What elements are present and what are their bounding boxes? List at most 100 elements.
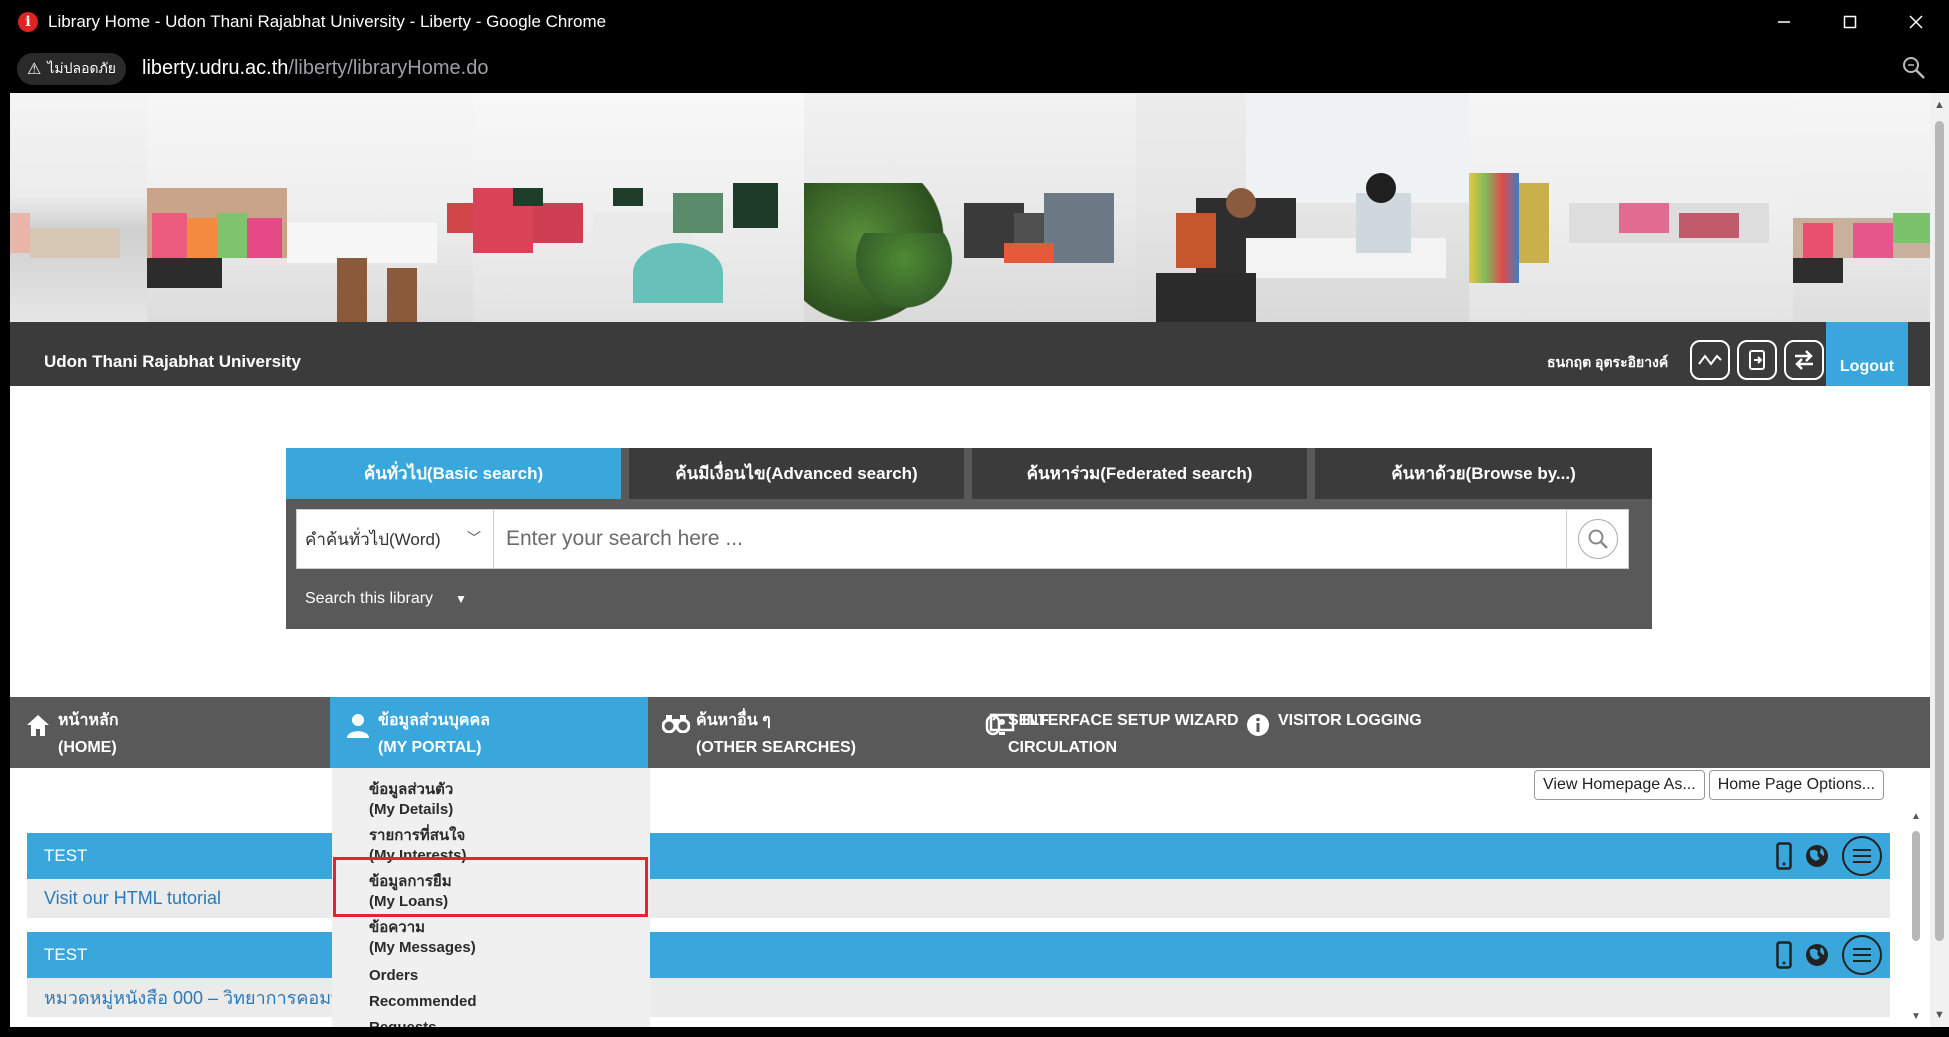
main-nav: หน้าหลัก (HOME) ข้อมูลส่วนบุคคล (MY PORTAL… (10, 697, 1930, 768)
menu-item-my-messages[interactable]: ข้อความ (My Messages) (369, 918, 476, 958)
close-button[interactable] (1883, 0, 1949, 44)
switch-arrows-icon (1795, 350, 1813, 370)
person-icon (344, 713, 372, 739)
nav-label: INTERFACE SETUP WIZARD (1022, 712, 1239, 729)
warning-icon: ⚠ (27, 60, 42, 78)
zoom-icon[interactable] (1901, 55, 1927, 81)
box-menu-button[interactable] (1842, 836, 1882, 876)
menu-item-requests[interactable]: Requests (369, 1018, 437, 1027)
monitor-icon (988, 713, 1016, 737)
search-icon (1588, 529, 1608, 549)
close-icon (1909, 15, 1923, 29)
search-type-value: คำค้นทั่วไป(Word) (305, 529, 441, 549)
window-title: Library Home - Udon Thani Rajabhat Unive… (48, 12, 607, 31)
box-menu-button[interactable] (1842, 935, 1882, 975)
search-type-select[interactable]: คำค้นทั่วไป(Word) ﹀ (297, 510, 494, 568)
page-scrollbar[interactable]: ▲ ▼ (1930, 93, 1949, 1027)
banner-photo (804, 93, 1136, 322)
banner-photo (1469, 93, 1793, 322)
university-name: Udon Thani Rajabhat University (44, 352, 301, 371)
portal-box-header: TEST (27, 932, 1890, 978)
app-icon: i (18, 12, 38, 32)
caret-down-icon: ▼ (455, 592, 467, 606)
search-button[interactable] (1566, 510, 1628, 568)
portal-box-body: หมวดหมู่หนังสือ 000 – วิทยาการคอมพิ (27, 978, 1890, 1017)
banner-photo (1136, 93, 1469, 322)
page-viewport: Udon Thani Rajabhat University ธนกฤต อุต… (10, 93, 1930, 1027)
search-scope-label: Search this library (305, 590, 434, 607)
library-banner (10, 93, 1930, 322)
menu-item-label: ข้อมูลส่วนตัว (369, 781, 454, 798)
hamburger-icon (1853, 849, 1871, 863)
portal-box-title: TEST (44, 945, 88, 964)
nav-label: VISITOR LOGGING (1278, 712, 1422, 729)
logout-button[interactable]: Logout (1826, 322, 1908, 386)
inner-scrollbar[interactable]: ▲ ▼ (1907, 811, 1925, 1027)
home-icon (24, 713, 52, 737)
portal-box-body: Visit our HTML tutorial (27, 879, 1890, 918)
security-indicator[interactable]: ⚠ ไม่ปลอดภัย (17, 52, 127, 85)
search-scope-select[interactable]: Search this library ▼ (305, 590, 467, 608)
homepage-options: View Homepage As... Home Page Options... (1534, 770, 1888, 800)
window-titlebar: i Library Home - Udon Thani Rajabhat Uni… (0, 0, 1949, 44)
menu-item-my-details[interactable]: ข้อมูลส่วนตัว (My Details) (369, 780, 453, 820)
user-name: ธนกฤต อุตระอิยางค์ (1547, 354, 1669, 370)
search-tabs: ค้นทั่วไป(Basic search) ค้นมีเงื่อนไข(Ad… (286, 448, 1652, 499)
nav-item-home[interactable]: หน้าหลัก (HOME) (10, 697, 330, 768)
mobile-icon[interactable] (1776, 842, 1792, 870)
portal-link[interactable]: Visit our HTML tutorial (44, 888, 221, 909)
menu-item-label: ข้อความ (369, 919, 426, 936)
tab-browse-by[interactable]: ค้นหาด้วย(Browse by...) (1315, 448, 1652, 499)
home-page-options-button[interactable]: Home Page Options... (1708, 770, 1885, 800)
search-panel: ค้นทั่วไป(Basic search) ค้นมีเงื่อนไข(Ad… (286, 448, 1652, 629)
menu-item-recommended[interactable]: Recommended (369, 992, 477, 1012)
tab-federated-search[interactable]: ค้นหาร่วม(Federated search) (972, 448, 1307, 499)
portal-link[interactable]: หมวดหมู่หนังสือ 000 – วิทยาการคอมพิ (44, 983, 343, 1012)
portal-box: TEST หมวดหมู่หนังสือ 000 – วิทยาการคอมพิ (27, 932, 1890, 1017)
view-homepage-as-button[interactable]: View Homepage As... (1534, 770, 1705, 800)
menu-item-sublabel: (My Messages) (369, 939, 476, 956)
mobile-icon[interactable] (1776, 941, 1792, 969)
highlight-box (333, 857, 648, 917)
url-text[interactable]: liberty.udru.ac.th/liberty/libraryHome.d… (142, 57, 488, 80)
chevron-down-icon: ﹀ (467, 530, 481, 546)
nav-label: หน้าหลัก (58, 712, 119, 729)
hamburger-icon (1853, 948, 1871, 962)
url-path: /liberty/libraryHome.do (288, 57, 489, 79)
tab-advanced-search[interactable]: ค้นมีเงื่อนไข(Advanced search) (629, 448, 964, 499)
search-input[interactable] (494, 510, 1566, 568)
globe-icon[interactable] (1804, 942, 1830, 968)
nav-sublabel: (HOME) (58, 739, 117, 756)
info-icon (1244, 713, 1272, 737)
portal-box-title: TEST (44, 846, 88, 865)
minimize-icon (1778, 21, 1790, 23)
activity-icon (1698, 354, 1722, 366)
globe-icon[interactable] (1804, 843, 1830, 869)
minimize-button[interactable] (1751, 0, 1817, 44)
banner-photo (147, 93, 473, 322)
nav-item-my-portal[interactable]: ข้อมูลส่วนบุคคล (MY PORTAL) (330, 697, 648, 768)
tab-basic-search[interactable]: ค้นทั่วไป(Basic search) (286, 448, 621, 499)
address-bar: ⚠ ไม่ปลอดภัย liberty.udru.ac.th/liberty/… (0, 44, 1949, 93)
export-button[interactable] (1737, 340, 1777, 380)
banner-photo (10, 93, 147, 322)
search-row: คำค้นทั่วไป(Word) ﹀ (296, 509, 1629, 569)
banner-photo (1793, 93, 1930, 322)
site-header: Udon Thani Rajabhat University ธนกฤต อุต… (10, 322, 1930, 386)
nav-sublabel: (MY PORTAL) (378, 739, 482, 756)
menu-item-orders[interactable]: Orders (369, 966, 418, 986)
activity-button[interactable] (1690, 340, 1730, 380)
export-icon (1749, 350, 1765, 370)
menu-item-label: รายการที่สนใจ (369, 827, 466, 844)
maximize-icon (1843, 15, 1857, 29)
nav-item-visitor-logging[interactable]: VISITOR LOGGING (1244, 697, 1544, 768)
nav-label: ข้อมูลส่วนบุคคล (378, 712, 490, 729)
menu-item-sublabel: (My Details) (369, 801, 454, 818)
security-label: ไม่ปลอดภัย (47, 59, 117, 76)
portal-box-header: TEST (27, 833, 1890, 879)
portal-box: TEST Visit our HTML tutorial (27, 833, 1890, 918)
banner-photo (473, 93, 804, 322)
switch-button[interactable] (1784, 340, 1824, 380)
maximize-button[interactable] (1817, 0, 1883, 44)
nav-item-self-circulation[interactable]: SELF CIRCULATION (646, 697, 1117, 768)
